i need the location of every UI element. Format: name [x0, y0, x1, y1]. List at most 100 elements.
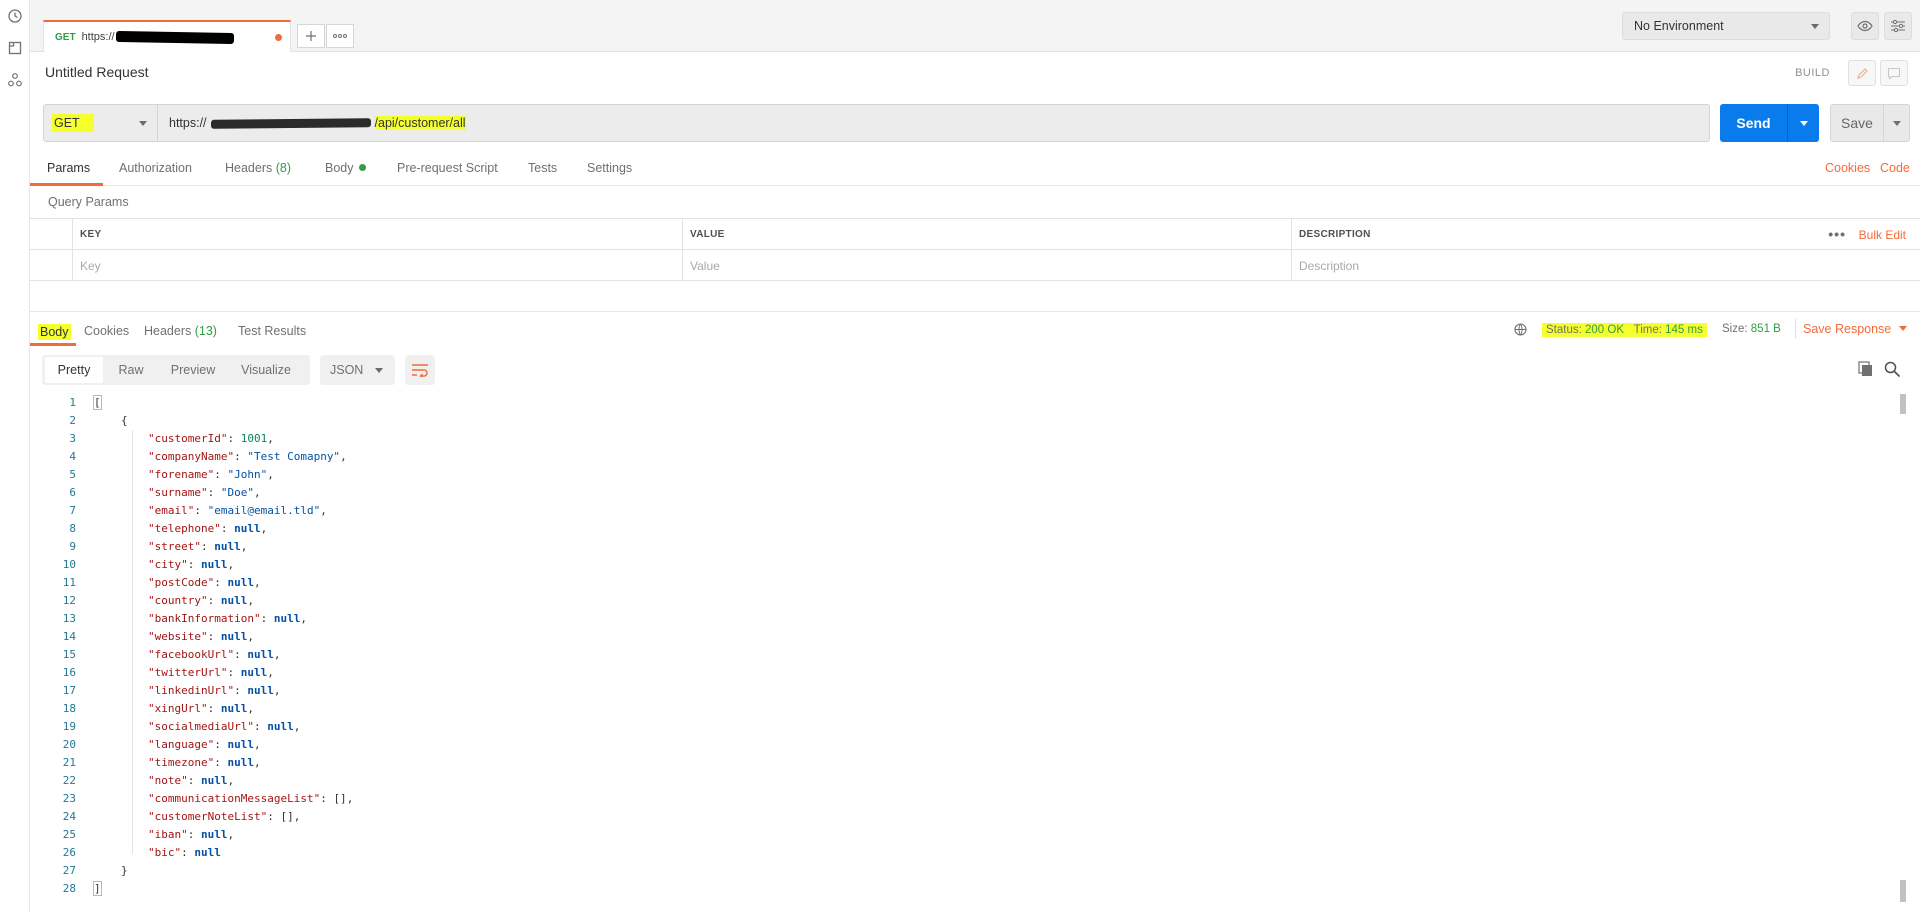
table-header-row: KEY VALUE DESCRIPTION ••• Bulk Edit [30, 219, 1920, 250]
code-token: , [253, 486, 261, 499]
table-options-icon[interactable]: ••• [1828, 226, 1846, 242]
view-pretty-button[interactable]: Pretty [45, 357, 103, 383]
column-header-key: KEY [72, 219, 725, 250]
code-token: null [247, 648, 274, 661]
plus-icon [306, 31, 316, 41]
code-line: "note": null, [148, 772, 234, 790]
code-line: [ [93, 394, 102, 412]
code-token: null [220, 630, 248, 643]
code-link[interactable]: Code [1880, 161, 1910, 175]
left-icon-rail [0, 0, 30, 911]
line-number: 15 [62, 648, 76, 661]
code-token: "city" [148, 558, 188, 571]
chevron-down-icon [1811, 24, 1819, 29]
history-icon[interactable] [7, 8, 23, 24]
request-tab[interactable]: GET https:// [43, 20, 291, 52]
send-button[interactable]: Send [1720, 104, 1819, 142]
code-token: "telephone" [148, 522, 221, 535]
response-tab-cookies[interactable]: Cookies [84, 324, 129, 338]
comments-button[interactable] [1880, 60, 1908, 86]
new-tab-button[interactable] [297, 24, 325, 48]
format-value: JSON [330, 363, 364, 377]
line-number: 20 [62, 738, 76, 751]
save-button[interactable]: Save [1830, 104, 1910, 142]
url-input[interactable]: https:// /api/customer/all [158, 105, 466, 141]
line-number: 19 [62, 720, 76, 733]
environment-quick-look-button[interactable] [1851, 12, 1879, 40]
wrap-lines-button[interactable] [405, 355, 435, 385]
request-name[interactable]: Untitled Request [45, 64, 149, 80]
code-line: "linkedinUrl": null, [148, 682, 280, 700]
scrollbar-thumb[interactable] [1900, 394, 1906, 414]
code-line: "bankInformation": null, [148, 610, 307, 628]
status-label: Status: [1546, 324, 1582, 336]
search-icon[interactable] [1883, 360, 1901, 378]
code-token: } [121, 864, 128, 877]
chevron-down-icon [375, 368, 383, 373]
edit-button[interactable] [1848, 60, 1876, 86]
code-token: : [214, 738, 228, 751]
code-line: "twitterUrl": null, [148, 664, 274, 682]
bulk-edit-link[interactable]: Bulk Edit [1859, 228, 1906, 242]
manage-environments-button[interactable] [1884, 12, 1912, 40]
response-tab-test-results[interactable]: Test Results [238, 324, 306, 338]
description-input[interactable]: Description [1291, 250, 1920, 281]
code-token: "forename" [148, 468, 215, 481]
view-visualize-button[interactable]: Visualize [227, 357, 305, 383]
globe-icon[interactable] [1513, 322, 1529, 338]
code-token: "customerId" [148, 432, 228, 445]
cookies-link[interactable]: Cookies [1825, 161, 1870, 175]
tab-body[interactable]: Body [325, 161, 366, 175]
tab-tests[interactable]: Tests [528, 161, 557, 175]
view-preview-button[interactable]: Preview [159, 357, 227, 383]
collections-icon[interactable] [7, 40, 23, 56]
format-select[interactable]: JSON [320, 355, 395, 385]
url-bar: GET https:// /api/customer/all [43, 104, 1710, 142]
redaction-mark [210, 117, 371, 129]
code-token: "bic" [148, 846, 182, 859]
code-token: : [227, 432, 241, 445]
send-options-button[interactable] [1788, 120, 1819, 126]
environment-select[interactable]: No Environment [1622, 12, 1830, 40]
method-select[interactable]: GET [44, 105, 158, 141]
code-token: null [273, 612, 301, 625]
response-body-editor[interactable]: 1 [2 {3 "customerId": 1001, 4 "companyName": … [30, 394, 1890, 904]
code-token: [ [93, 395, 102, 410]
tab-options-button[interactable] [326, 24, 354, 48]
response-tab-headers[interactable]: Headers (13) [144, 324, 217, 338]
tab-params[interactable]: Params [47, 161, 90, 175]
code-token: , [240, 540, 248, 553]
view-raw-button[interactable]: Raw [103, 357, 159, 383]
tab-pre-request-script[interactable]: Pre-request Script [397, 161, 498, 175]
save-response-button[interactable]: Save Response [1803, 322, 1908, 336]
apis-icon[interactable] [7, 72, 23, 88]
code-token: "bankInformation" [148, 612, 261, 625]
key-input[interactable]: Key [72, 250, 682, 281]
scrollbar-thumb[interactable] [1900, 880, 1906, 902]
query-params-table: KEY VALUE DESCRIPTION ••• Bulk Edit Key … [30, 218, 1920, 281]
size-label: Size: [1722, 323, 1748, 335]
code-token: : [194, 504, 208, 517]
code-token: : [187, 774, 201, 787]
chevron-down-icon [1799, 120, 1808, 126]
save-options-button[interactable] [1884, 120, 1909, 126]
tab-headers[interactable]: Headers (8) [225, 161, 291, 175]
code-token: [] [333, 792, 347, 805]
code-line: "bic": null [148, 844, 221, 862]
tab-authorization[interactable]: Authorization [119, 161, 192, 175]
tab-url: https:// [81, 31, 115, 43]
line-number: 25 [62, 828, 76, 841]
code-token: : [214, 756, 228, 769]
value-input[interactable]: Value [682, 250, 1291, 281]
build-mode-label: BUILD [1795, 67, 1830, 79]
code-token: "Doe" [220, 486, 254, 499]
code-token: : [260, 612, 274, 625]
copy-icon[interactable] [1857, 360, 1875, 378]
code-token: "website" [148, 630, 208, 643]
code-token: , [260, 522, 268, 535]
code-token: : [234, 648, 248, 661]
table-row: Key Value Description [30, 250, 1920, 281]
column-header-value: VALUE [682, 219, 1292, 250]
tab-settings[interactable]: Settings [587, 161, 632, 175]
response-tab-body[interactable]: Body [38, 324, 71, 340]
